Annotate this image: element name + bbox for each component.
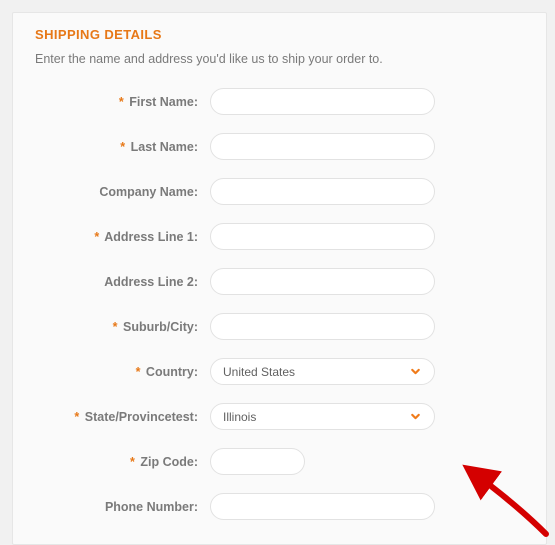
label-text: Address Line 2: [104,275,198,289]
required-marker: * [136,365,141,379]
country-selected-value: United States [223,365,295,379]
row-last-name: * Last Name: [35,133,524,160]
label-country: * Country: [35,365,210,379]
phone-input[interactable] [210,493,435,520]
required-marker: * [94,230,99,244]
chevron-down-icon [409,365,422,378]
address1-input[interactable] [210,223,435,250]
zip-input[interactable] [210,448,305,475]
required-marker: * [120,140,125,154]
label-last-name: * Last Name: [35,140,210,154]
label-address1: * Address Line 1: [35,230,210,244]
row-first-name: * First Name: [35,88,524,115]
row-state: * State/Provincetest: Illinois [35,403,524,430]
state-select[interactable]: Illinois [210,403,435,430]
city-input[interactable] [210,313,435,340]
label-text: Country: [146,365,198,379]
label-text: Zip Code: [140,455,198,469]
first-name-input[interactable] [210,88,435,115]
label-text: First Name: [129,95,198,109]
label-text: Company Name: [99,185,198,199]
label-text: Last Name: [131,140,198,154]
label-text: Suburb/City: [123,320,198,334]
required-marker: * [130,455,135,469]
label-address2: Address Line 2: [35,275,210,289]
label-zip: * Zip Code: [35,455,210,469]
label-city: * Suburb/City: [35,320,210,334]
required-marker: * [113,320,118,334]
label-company: Company Name: [35,185,210,199]
address2-input[interactable] [210,268,435,295]
row-city: * Suburb/City: [35,313,524,340]
row-country: * Country: United States [35,358,524,385]
shipping-details-form: SHIPPING DETAILS Enter the name and addr… [12,12,547,545]
row-phone: Phone Number: [35,493,524,520]
country-select[interactable]: United States [210,358,435,385]
required-marker: * [119,95,124,109]
label-phone: Phone Number: [35,500,210,514]
row-address1: * Address Line 1: [35,223,524,250]
row-zip: * Zip Code: [35,448,524,475]
chevron-down-icon [409,410,422,423]
section-title: SHIPPING DETAILS [35,27,524,42]
row-company: Company Name: [35,178,524,205]
state-selected-value: Illinois [223,410,256,424]
section-description: Enter the name and address you'd like us… [35,52,524,66]
label-first-name: * First Name: [35,95,210,109]
required-marker: * [74,410,79,424]
label-text: Phone Number: [105,500,198,514]
row-address2: Address Line 2: [35,268,524,295]
last-name-input[interactable] [210,133,435,160]
label-state: * State/Provincetest: [35,410,210,424]
label-text: Address Line 1: [104,230,198,244]
company-input[interactable] [210,178,435,205]
label-text: State/Provincetest: [85,410,198,424]
